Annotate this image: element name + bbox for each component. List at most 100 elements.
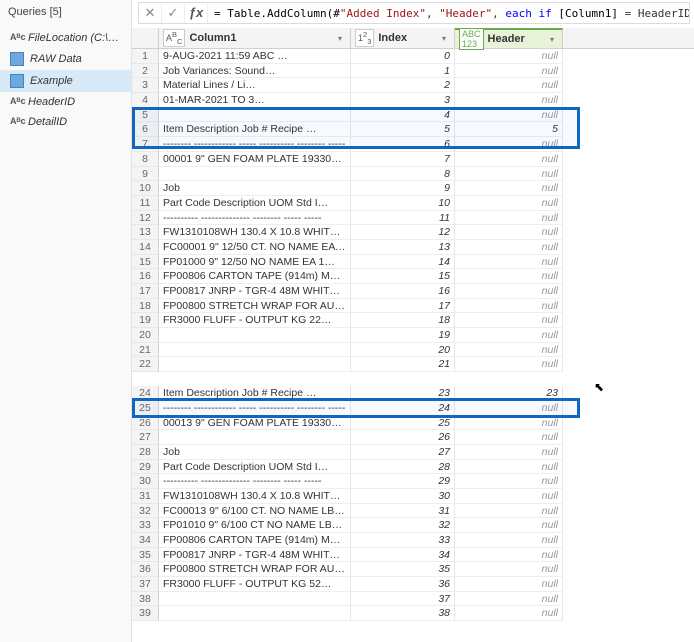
cell-header[interactable]: null bbox=[455, 445, 563, 460]
cell-column1[interactable]: FR3000 FLUFF - OUTPUT KG 22… bbox=[159, 313, 351, 328]
table-row[interactable]: 54null bbox=[132, 108, 694, 123]
cell-index[interactable]: 33 bbox=[351, 533, 455, 548]
cell-header[interactable]: null bbox=[455, 211, 563, 226]
filter-icon[interactable]: ▾ bbox=[334, 32, 346, 44]
table-row[interactable]: 33 FP01010 9" 6/100 CT NO NAME LBL EA …3… bbox=[132, 518, 694, 533]
cell-index[interactable]: 10 bbox=[351, 196, 455, 211]
row-number[interactable]: 8 bbox=[132, 152, 159, 167]
table-row[interactable]: 800001 9" GEN FOAM PLATE 193309 000…7nul… bbox=[132, 152, 694, 167]
cell-header[interactable]: null bbox=[455, 49, 563, 64]
cell-column1[interactable]: FC00001 9" 12/50 CT. NO NAME EA … bbox=[159, 240, 351, 255]
cell-column1[interactable] bbox=[159, 357, 351, 372]
row-number[interactable]: 4 bbox=[132, 93, 159, 108]
cell-column1[interactable]: -------- ------------ ----- ---------- -… bbox=[159, 137, 351, 152]
cell-header[interactable]: null bbox=[455, 606, 563, 621]
table-row[interactable]: 34 FP00806 CARTON TAPE (914m) MTR …33nul… bbox=[132, 533, 694, 548]
cell-header[interactable]: null bbox=[455, 152, 563, 167]
cell-header[interactable]: null bbox=[455, 504, 563, 519]
cell-column1[interactable]: Job Variances: Sound… bbox=[159, 64, 351, 79]
row-number[interactable]: 35 bbox=[132, 548, 159, 563]
cell-index[interactable]: 34 bbox=[351, 548, 455, 563]
cell-column1[interactable] bbox=[159, 328, 351, 343]
row-number[interactable]: 18 bbox=[132, 299, 159, 314]
table-row[interactable]: 11 Part Code Description UOM Std I…10nul… bbox=[132, 196, 694, 211]
cell-header[interactable]: null bbox=[455, 518, 563, 533]
cell-index[interactable]: 37 bbox=[351, 592, 455, 607]
formula-cancel-button[interactable]: ✕ bbox=[139, 3, 162, 23]
cell-index[interactable]: 23 bbox=[351, 386, 455, 401]
cell-index[interactable]: 2 bbox=[351, 78, 455, 93]
row-number[interactable]: 20 bbox=[132, 328, 159, 343]
row-number-header[interactable] bbox=[132, 28, 159, 48]
row-number[interactable]: 34 bbox=[132, 533, 159, 548]
cell-header[interactable]: null bbox=[455, 240, 563, 255]
cell-index[interactable]: 7 bbox=[351, 152, 455, 167]
table-row[interactable]: 12 ---------- -------------- -------- --… bbox=[132, 211, 694, 226]
row-number[interactable]: 19 bbox=[132, 313, 159, 328]
cell-header[interactable]: null bbox=[455, 416, 563, 431]
cell-header[interactable]: null bbox=[455, 533, 563, 548]
cell-index[interactable]: 31 bbox=[351, 504, 455, 519]
table-row[interactable]: 13 FW1310108WH 130.4 X 10.8 WHITE KG …12… bbox=[132, 225, 694, 240]
cell-header[interactable]: null bbox=[455, 78, 563, 93]
row-number[interactable]: 25 bbox=[132, 401, 159, 416]
row-number[interactable]: 5 bbox=[132, 108, 159, 123]
query-item-3[interactable]: AᴮcHeaderID bbox=[0, 92, 131, 112]
cell-index[interactable]: 9 bbox=[351, 181, 455, 196]
cell-column1[interactable]: FR3000 FLUFF - OUTPUT KG 52… bbox=[159, 577, 351, 592]
row-number[interactable]: 38 bbox=[132, 592, 159, 607]
cell-column1[interactable] bbox=[159, 343, 351, 358]
table-row[interactable]: 2120null bbox=[132, 343, 694, 358]
table-row[interactable]: 17 FP00817 JNRP - TGR-4 48M WHITE EA …16… bbox=[132, 284, 694, 299]
cell-column1[interactable]: FP00800 STRETCH WRAP FOR AUTOMATI… bbox=[159, 299, 351, 314]
table-row[interactable]: 2726null bbox=[132, 430, 694, 445]
row-number[interactable]: 15 bbox=[132, 255, 159, 270]
table-row[interactable]: 38 37null bbox=[132, 592, 694, 607]
cell-header[interactable]: null bbox=[455, 225, 563, 240]
query-item-4[interactable]: AᴮcDetailID bbox=[0, 112, 131, 132]
cell-header[interactable]: null bbox=[455, 577, 563, 592]
table-row[interactable]: 30 ---------- -------------- -------- --… bbox=[132, 474, 694, 489]
cell-column1[interactable]: ---------- -------------- -------- -----… bbox=[159, 211, 351, 226]
cell-header[interactable]: null bbox=[455, 474, 563, 489]
cell-column1[interactable]: Job bbox=[159, 181, 351, 196]
cell-header[interactable]: null bbox=[455, 343, 563, 358]
filter-icon[interactable]: ▾ bbox=[546, 33, 558, 45]
cell-column1[interactable]: 9-AUG-2021 11:59 ABC … bbox=[159, 49, 351, 64]
cell-index[interactable]: 13 bbox=[351, 240, 455, 255]
table-row[interactable]: 19 FR3000 FLUFF - OUTPUT KG 22…18null bbox=[132, 313, 694, 328]
cell-header[interactable]: null bbox=[455, 269, 563, 284]
cell-header[interactable]: 23 bbox=[455, 386, 563, 401]
cell-index[interactable]: 1 bbox=[351, 64, 455, 79]
cell-column1[interactable]: 00013 9" GEN FOAM PLATE 193305 000… bbox=[159, 416, 351, 431]
table-row[interactable]: 7-------- ------------ ----- ---------- … bbox=[132, 137, 694, 152]
cell-index[interactable]: 6 bbox=[351, 137, 455, 152]
row-number[interactable]: 13 bbox=[132, 225, 159, 240]
table-row[interactable]: 18 FP00800 STRETCH WRAP FOR AUTOMATI…17n… bbox=[132, 299, 694, 314]
cell-header[interactable]: null bbox=[455, 430, 563, 445]
cell-header[interactable]: null bbox=[455, 562, 563, 577]
table-row[interactable]: 16 FP00806 CARTON TAPE (914m) MTR …15nul… bbox=[132, 269, 694, 284]
row-number[interactable]: 12 bbox=[132, 211, 159, 226]
cell-index[interactable]: 0 bbox=[351, 49, 455, 64]
cell-column1[interactable]: Item Description Job # Recipe … bbox=[159, 386, 351, 401]
cell-header[interactable]: null bbox=[455, 401, 563, 416]
table-row[interactable]: 29 Part Code Description UOM Std I…28nul… bbox=[132, 460, 694, 475]
table-row[interactable]: 36 FP00800 STRETCH WRAP FOR AUTOMATI…35n… bbox=[132, 562, 694, 577]
query-item-0[interactable]: AᴮcFileLocation (C:\Users\lisde… bbox=[0, 28, 131, 48]
table-row[interactable]: 37 FR3000 FLUFF - OUTPUT KG 52…36null bbox=[132, 577, 694, 592]
cell-header[interactable]: null bbox=[455, 592, 563, 607]
cell-header[interactable]: null bbox=[455, 93, 563, 108]
cell-column1[interactable]: FP01000 9" 12/50 NO NAME EA 1… bbox=[159, 255, 351, 270]
cell-column1[interactable]: FP01010 9" 6/100 CT NO NAME LBL EA … bbox=[159, 518, 351, 533]
filter-icon[interactable]: ▾ bbox=[438, 32, 450, 44]
cell-index[interactable]: 26 bbox=[351, 430, 455, 445]
table-row[interactable]: 3938null bbox=[132, 606, 694, 621]
cell-index[interactable]: 4 bbox=[351, 108, 455, 123]
table-row[interactable]: 28 Job27null bbox=[132, 445, 694, 460]
cell-index[interactable]: 14 bbox=[351, 255, 455, 270]
cell-header[interactable]: null bbox=[455, 167, 563, 182]
row-number[interactable]: 17 bbox=[132, 284, 159, 299]
cell-index[interactable]: 28 bbox=[351, 460, 455, 475]
table-row[interactable]: 6Item Description Job # Recipe …55 bbox=[132, 122, 694, 137]
